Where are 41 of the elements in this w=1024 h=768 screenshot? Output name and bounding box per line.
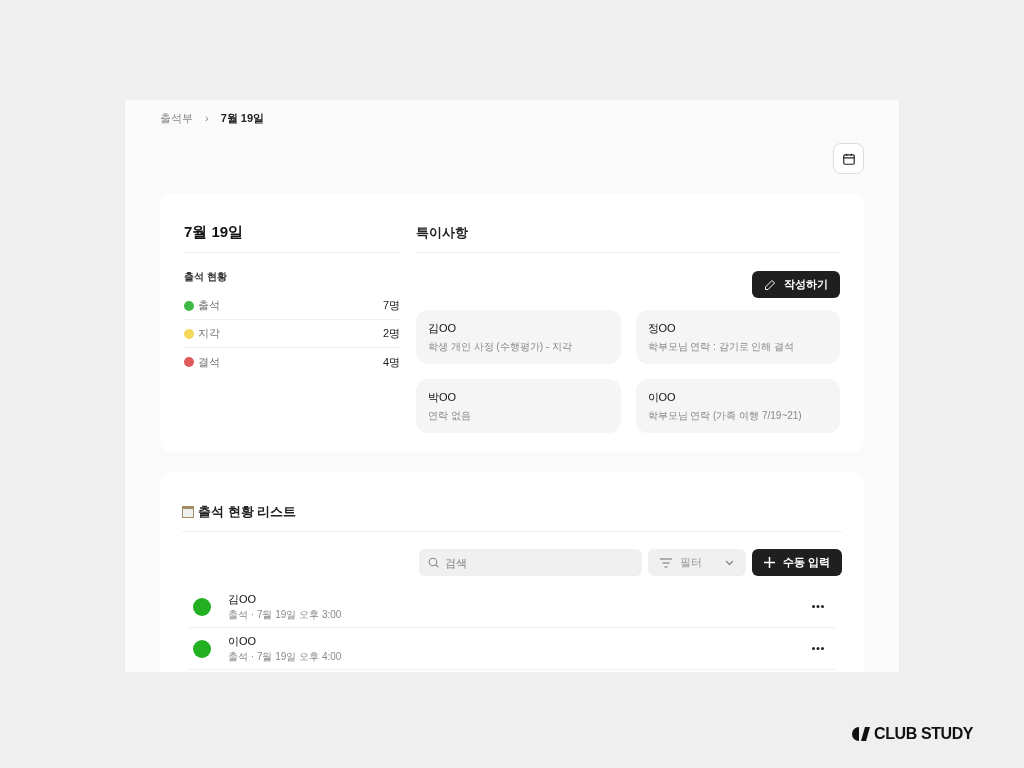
note-name: 정OO [647, 321, 677, 337]
search-field[interactable]: 검색 [418, 549, 642, 576]
notes-heading: 특이사항 [416, 217, 840, 253]
note-text: 학생 개인 사정 (수행평가) - 지각 [428, 339, 573, 354]
chevron-down-icon [724, 559, 734, 566]
note-name: 박OO [428, 390, 458, 406]
note-text: 학부모님 연락 : 감기로 인해 결석 [647, 339, 796, 354]
attendance-row[interactable]: 이OO 출석 · 7월 19일 오후 4:00 [188, 628, 836, 670]
calendar-icon [841, 151, 856, 166]
manual-entry-button[interactable]: 수동 입력 [751, 549, 842, 576]
attendance-row[interactable]: 김OO 출석 · 7월 19일 오후 3:00 [188, 586, 836, 628]
row-detail: 출석 · 7월 19일 오후 3:00 [228, 608, 343, 623]
write-button[interactable]: 작성하기 [752, 271, 840, 298]
note-name: 김OO [428, 321, 458, 337]
status-count: 7명 [382, 298, 400, 314]
plus-icon [763, 557, 775, 568]
status-count: 4명 [382, 354, 400, 370]
date-heading: 7월 19일 [184, 217, 400, 253]
list-heading: 출석 현황 리스트 [198, 502, 297, 521]
note-text: 학부모님 연락 (가족 여행 7/19~21) [647, 408, 803, 423]
notepad-icon [182, 505, 194, 518]
row-name: 김OO [228, 591, 258, 607]
breadcrumb-link[interactable]: 출석부 [160, 109, 193, 127]
calendar-button[interactable] [833, 143, 864, 174]
status-label: 결석 [198, 354, 220, 370]
pencil-icon [764, 278, 776, 291]
status-label: 출석 [198, 298, 220, 314]
more-icon [812, 647, 824, 650]
section-label: 출석 현황 [184, 270, 228, 284]
note-name: 이OO [647, 390, 677, 406]
breadcrumb-separator: › [205, 110, 209, 126]
brand-name: CLUB STUDY [874, 724, 974, 744]
row-name: 이OO [228, 633, 258, 649]
row-detail: 출석 · 7월 19일 오후 4:00 [228, 650, 343, 665]
status-label: 지각 [198, 326, 220, 342]
breadcrumb-current: 7월 19일 [220, 110, 265, 126]
logo-icon [852, 727, 870, 741]
more-icon [812, 605, 824, 608]
note-text: 연락 없음 [428, 408, 472, 423]
status-count: 2명 [382, 326, 400, 342]
filter-icon [659, 557, 672, 568]
